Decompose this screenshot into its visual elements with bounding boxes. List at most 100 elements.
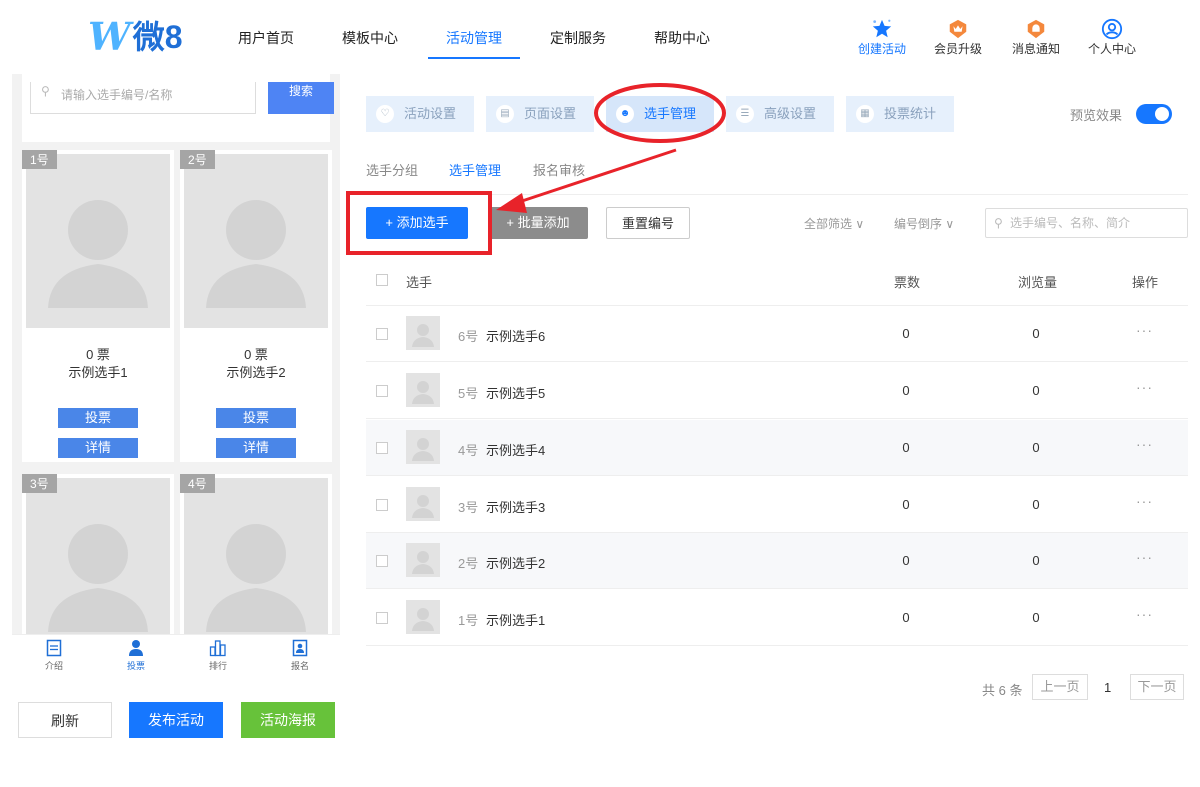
player-photo-placeholder [184, 478, 328, 634]
votes-cell: 0 [902, 326, 910, 341]
table-row[interactable]: 5号 示例选手5 0 0 ··· [366, 363, 1188, 419]
player-card[interactable]: 4号 [180, 474, 332, 634]
preview-tab-intro[interactable]: 介绍 [24, 639, 84, 672]
create-activity-button[interactable]: 创建活动 [852, 18, 912, 56]
step-player-management[interactable]: ☻ 选手管理 [606, 96, 714, 132]
preview-tab-label: 投票 [126, 661, 145, 671]
nav-item-custom-service[interactable]: 定制服务 [550, 28, 606, 48]
preview-tab-signup[interactable]: 报名 [270, 639, 330, 672]
row-checkbox[interactable] [376, 385, 388, 397]
votes-cell: 0 [902, 553, 910, 568]
player-photo-placeholder [26, 478, 170, 634]
more-actions-icon[interactable]: ··· [1136, 322, 1153, 338]
row-checkbox[interactable] [376, 499, 388, 511]
more-actions-icon[interactable]: ··· [1136, 379, 1153, 395]
vote-button[interactable]: 投票 [216, 408, 296, 428]
mobile-preview[interactable]: ⚲ 请输入选手编号/名称 搜索 1号 0 票 示例选手1 投票 详情 2号 0 … [12, 74, 340, 634]
row-checkbox[interactable] [376, 555, 388, 567]
player-name: 示例选手2 [226, 365, 286, 380]
preview-search-bar: ⚲ 请输入选手编号/名称 搜索 [22, 74, 334, 142]
player-search-input[interactable]: ⚲ 选手编号、名称、简介 [985, 208, 1188, 238]
views-cell: 0 [1032, 440, 1040, 455]
reset-numbering-button[interactable]: 重置编号 [606, 207, 690, 239]
step-activity-settings[interactable]: ♡ 活动设置 [366, 96, 474, 132]
detail-button[interactable]: 详情 [216, 438, 296, 458]
column-header-ops: 操作 [1132, 275, 1159, 290]
user-circle-icon [1101, 18, 1123, 40]
filter-all-dropdown[interactable]: 全部筛选 ∨ [804, 215, 864, 232]
preview-search-input[interactable]: ⚲ 请输入选手编号/名称 [30, 82, 256, 114]
subtab-player-management[interactable]: 选手管理 [449, 160, 501, 179]
nav-item-home[interactable]: 用户首页 [238, 28, 294, 48]
table-row[interactable]: 3号 示例选手3 0 0 ··· [366, 477, 1188, 533]
notifications-button[interactable]: 消息通知 [1006, 18, 1066, 56]
player-card[interactable]: 1号 0 票 示例选手1 投票 详情 [22, 150, 174, 462]
player-number: 5号 [458, 386, 479, 401]
player-photo-placeholder [184, 154, 328, 328]
player-photo-placeholder [26, 154, 170, 328]
member-upgrade-button[interactable]: 会员升级 [928, 18, 988, 56]
player-avatar [406, 316, 440, 350]
preview-tab-vote[interactable]: 投票 [106, 639, 166, 672]
detail-button[interactable]: 详情 [58, 438, 138, 458]
table-row[interactable]: 4号 示例选手4 0 0 ··· [366, 420, 1188, 476]
publish-activity-button[interactable]: 发布活动 [129, 702, 223, 738]
table-row[interactable]: 2号 示例选手2 0 0 ··· [366, 533, 1188, 589]
preview-tab-label: 排行 [208, 661, 227, 671]
activity-poster-button[interactable]: 活动海报 [241, 702, 335, 738]
next-page-button[interactable]: 下一页 [1130, 674, 1184, 700]
select-all-checkbox[interactable] [376, 274, 388, 286]
preview-tab-ranking[interactable]: 排行 [188, 639, 248, 672]
preview-search-button[interactable]: 搜索 [268, 82, 334, 114]
add-player-button[interactable]: + 添加选手 [366, 207, 468, 239]
personal-center-button[interactable]: 个人中心 [1082, 18, 1142, 56]
step-label: 投票统计 [884, 106, 937, 121]
person-silhouette-icon [412, 438, 434, 461]
preview-toggle-switch[interactable] [1136, 104, 1172, 124]
row-checkbox[interactable] [376, 328, 388, 340]
search-icon: ⚲ [41, 84, 50, 98]
batch-add-button[interactable]: + 批量添加 [488, 207, 588, 239]
player-card[interactable]: 2号 0 票 示例选手2 投票 详情 [180, 150, 332, 462]
player-name: 示例选手1 [486, 613, 546, 628]
more-actions-icon[interactable]: ··· [1136, 493, 1153, 509]
nav-item-help-center[interactable]: 帮助中心 [654, 28, 710, 48]
subtab-player-groups[interactable]: 选手分组 [366, 160, 418, 179]
prev-page-button[interactable]: 上一页 [1032, 674, 1088, 700]
more-actions-icon[interactable]: ··· [1136, 436, 1153, 452]
votes-cell: 0 [902, 497, 910, 512]
logo-mark: W [88, 14, 131, 59]
row-checkbox[interactable] [376, 612, 388, 624]
player-avatar [406, 543, 440, 577]
nav-item-activity-management[interactable]: 活动管理 [446, 28, 502, 48]
person-silhouette-icon [412, 381, 434, 404]
nav-item-templates[interactable]: 模板中心 [342, 28, 398, 48]
document-icon [46, 639, 62, 657]
row-checkbox[interactable] [376, 442, 388, 454]
table-row[interactable]: 1号 示例选手1 0 0 ··· [366, 590, 1188, 646]
step-advanced-settings[interactable]: ☰ 高级设置 [726, 96, 834, 132]
vote-button[interactable]: 投票 [58, 408, 138, 428]
pagination-total: 共 6 条 [982, 683, 1023, 698]
refresh-button[interactable]: 刷新 [18, 702, 112, 738]
brand-logo[interactable]: W 微8 [88, 14, 183, 60]
subtab-signup-review[interactable]: 报名审核 [533, 160, 585, 179]
bell-badge-icon [1027, 19, 1045, 39]
sort-order-dropdown[interactable]: 编号倒序 ∨ [894, 215, 954, 232]
player-number: 4号 [458, 443, 479, 458]
statistics-icon: ▦ [856, 105, 874, 123]
more-actions-icon[interactable]: ··· [1136, 549, 1153, 565]
table-row[interactable]: 6号 示例选手6 0 0 ··· [366, 306, 1188, 362]
personal-center-label: 个人中心 [1087, 42, 1136, 56]
player-card[interactable]: 3号 [22, 474, 174, 634]
more-actions-icon[interactable]: ··· [1136, 606, 1153, 622]
step-label: 选手管理 [644, 106, 697, 121]
step-page-settings[interactable]: ▤ 页面设置 [486, 96, 594, 132]
step-vote-statistics[interactable]: ▦ 投票统计 [846, 96, 954, 132]
person-silhouette-icon [412, 324, 434, 347]
player-name: 示例选手1 [68, 365, 128, 380]
preview-search-placeholder: 请输入选手编号/名称 [61, 88, 173, 102]
views-cell: 0 [1032, 326, 1040, 341]
player-name: 示例选手6 [486, 329, 546, 344]
current-page[interactable]: 1 [1104, 680, 1111, 695]
